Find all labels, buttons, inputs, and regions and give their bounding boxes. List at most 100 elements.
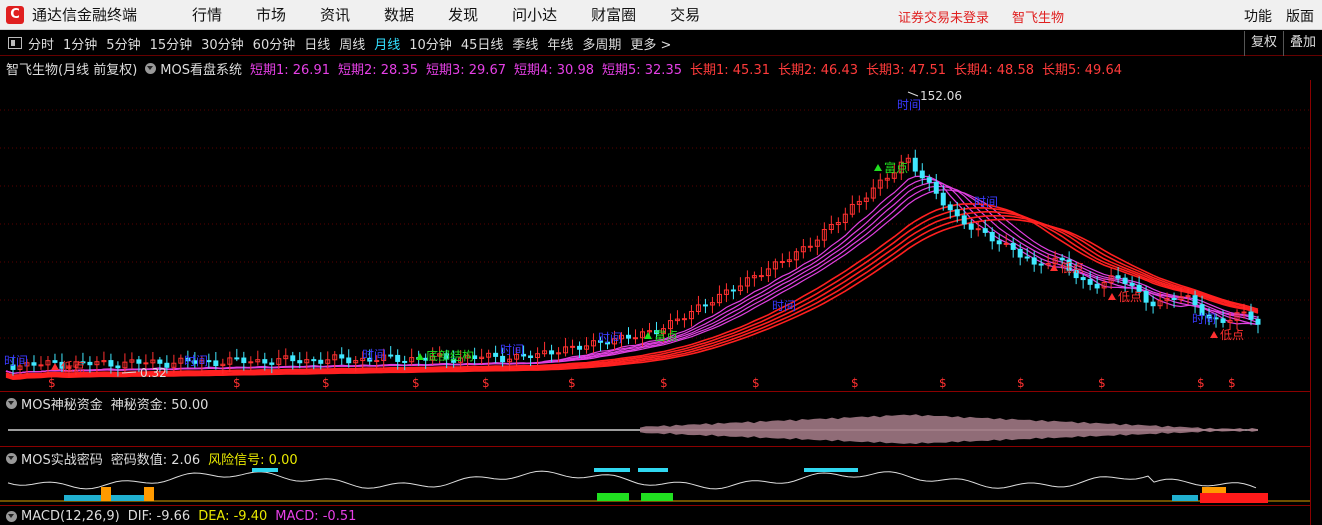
candle-body <box>919 170 925 179</box>
low-point-label: 低点 <box>1220 328 1244 342</box>
period-weekly[interactable]: 周线 <box>339 34 365 53</box>
dollar-marker: $ <box>568 376 576 390</box>
time-signal-label: 时间 <box>974 195 998 209</box>
dollar-marker: $ <box>752 376 760 390</box>
mystery-panel-title[interactable]: MOS神秘资金 <box>21 394 103 413</box>
password-panel-title[interactable]: MOS实战密码 <box>21 449 103 468</box>
candle-body <box>1059 257 1065 261</box>
candle-body <box>402 360 408 363</box>
candle-body <box>1003 242 1009 245</box>
period-monthly[interactable]: 月线 <box>374 34 400 53</box>
dollar-marker: $ <box>1098 376 1106 390</box>
candle-body <box>115 365 121 369</box>
high-price-label: 152.06 <box>920 89 962 103</box>
dollar-marker: $ <box>1228 376 1236 390</box>
mystery-value: 神秘资金: 50.00 <box>110 397 209 413</box>
candle-body <box>996 240 1002 245</box>
dollar-marker: $ <box>233 376 241 390</box>
candle-body <box>702 304 708 307</box>
menu-right: 功能 版面 <box>1244 6 1314 26</box>
sidebar-toggle-icon[interactable] <box>8 37 22 49</box>
trade-login-status[interactable]: 证券交易未登录 <box>898 7 989 26</box>
macd-title[interactable]: MACD(12,26,9) <box>21 509 120 524</box>
period-bar: 分时 1分钟 5分钟 15分钟 30分钟 60分钟 日线 周线 月线 10分钟 … <box>0 31 1322 56</box>
period-60min[interactable]: 60分钟 <box>253 34 296 53</box>
period-15min[interactable]: 15分钟 <box>150 34 193 53</box>
indicator-menu-icon[interactable] <box>6 397 17 409</box>
long-ma-line <box>5 211 1259 379</box>
kline-chart[interactable]: $ $ $ $ $ $ $ $ $ $ $ $ $ $时间 时间 时间 时间时间时间时间时间时间富点富点低点低点… <box>0 80 1310 390</box>
candle-body <box>1080 277 1086 281</box>
bottom-structure-label: 底部结构 <box>426 348 474 363</box>
period-1min[interactable]: 1分钟 <box>63 34 97 53</box>
menu-item-wealth[interactable]: 财富圈 <box>591 4 636 25</box>
candle-body <box>339 354 345 359</box>
period-quarterly[interactable]: 季线 <box>512 34 538 53</box>
macd-dif: DIF: -9.66 <box>127 508 191 524</box>
panel-separator <box>0 391 1310 392</box>
candle-body <box>157 359 163 364</box>
period-yearly[interactable]: 年线 <box>547 34 573 53</box>
candle-body <box>1122 277 1128 284</box>
candle-body <box>311 359 317 362</box>
menu-item-discover[interactable]: 发现 <box>448 4 478 25</box>
time-signal-label: 时间 <box>772 299 796 313</box>
candle-body <box>1038 263 1044 266</box>
period-more[interactable]: 更多 > <box>630 34 671 53</box>
short-term-5: 短期5: 32.35 <box>601 62 682 78</box>
candle-body <box>912 157 918 172</box>
up-triangle-icon <box>874 164 882 171</box>
dollar-marker: $ <box>660 376 668 390</box>
password-bar <box>1200 493 1268 503</box>
period-intraday[interactable]: 分时 <box>28 34 54 53</box>
password-top-bar <box>638 468 668 472</box>
overlay-button[interactable]: 叠加 <box>1282 31 1322 56</box>
candle-body <box>346 357 352 364</box>
risk-signal: 风险信号: 0.00 <box>208 452 298 468</box>
indicator-menu-icon[interactable] <box>6 452 17 464</box>
menu-item-function[interactable]: 功能 <box>1244 6 1272 26</box>
menu-item-quotes[interactable]: 行情 <box>192 4 222 25</box>
menu-item-layout[interactable]: 版面 <box>1286 6 1314 26</box>
period-10min[interactable]: 10分钟 <box>409 34 452 53</box>
dollar-marker: $ <box>851 376 859 390</box>
candle-body <box>1129 282 1135 286</box>
candle-body <box>926 177 932 183</box>
mystery-panel-header: MOS神秘资金 神秘资金: 50.00 <box>0 393 208 413</box>
period-45day[interactable]: 45日线 <box>461 34 504 53</box>
menu-item-trade[interactable]: 交易 <box>670 4 700 25</box>
period-right: 复权 叠加 <box>1243 31 1322 56</box>
adjust-button[interactable]: 复权 <box>1243 31 1283 56</box>
chart-title: 智飞生物(月线 前复权) <box>6 62 138 78</box>
password-bar <box>1172 495 1198 501</box>
candle-body <box>234 357 240 360</box>
candle-body <box>1220 318 1226 323</box>
candle-body <box>108 360 114 367</box>
password-chart <box>0 468 1310 503</box>
period-30min[interactable]: 30分钟 <box>201 34 244 53</box>
candle-body <box>1024 256 1030 259</box>
short-term-2: 短期2: 28.35 <box>337 62 418 78</box>
candle-body <box>940 192 946 206</box>
candle-body <box>961 215 967 225</box>
menu-item-data[interactable]: 数据 <box>384 4 414 25</box>
time-signal-label: 时间 <box>4 354 28 368</box>
menu-item-ask[interactable]: 问小达 <box>512 4 557 25</box>
menu-item-news[interactable]: 资讯 <box>320 4 350 25</box>
time-signal-label: 时间 <box>1192 312 1216 326</box>
time-signal-label: 时间 <box>184 354 208 368</box>
indicator-menu-icon[interactable] <box>145 62 157 74</box>
period-daily[interactable]: 日线 <box>304 34 330 53</box>
period-multi[interactable]: 多周期 <box>582 34 621 53</box>
candle-body <box>388 354 394 357</box>
candle-body <box>954 209 960 217</box>
signal-markers: $ $ $ $ $ $ $ $ $ $ $ $ $ $时间 时间 时间 时间时间时间时间时间时间富点富点低点低点… <box>4 91 1244 390</box>
period-5min[interactable]: 5分钟 <box>106 34 140 53</box>
candle-body <box>975 228 981 231</box>
candle-body <box>1248 311 1254 320</box>
high-pointer-line <box>907 91 919 97</box>
menu-item-market[interactable]: 市场 <box>256 4 286 25</box>
indicator-name[interactable]: MOS看盘系统 <box>160 59 242 78</box>
indicator-menu-icon[interactable] <box>6 510 17 522</box>
candle-body <box>1010 242 1016 250</box>
